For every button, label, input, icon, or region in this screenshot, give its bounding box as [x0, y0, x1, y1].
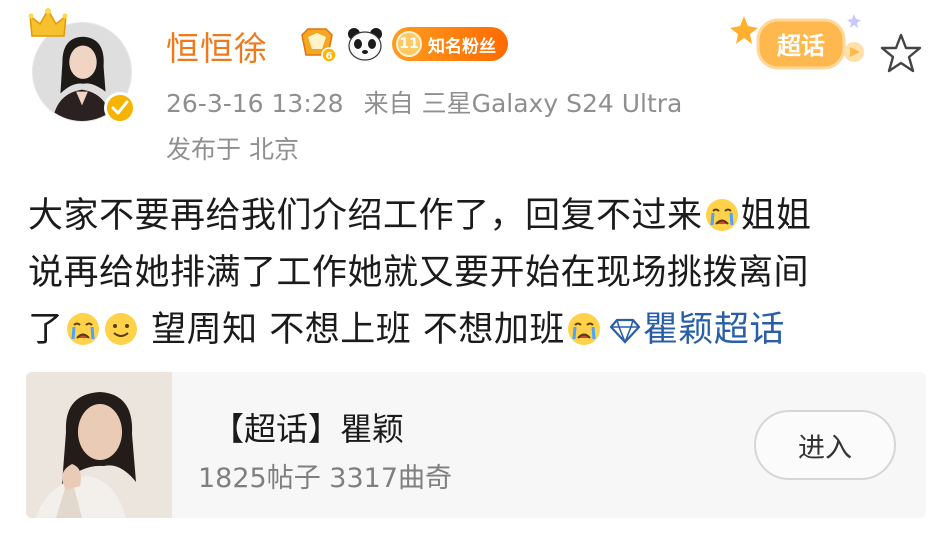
- diamond-icon: [609, 318, 641, 344]
- post-meta: 26-3-16 13:28 来自 三星Galaxy S24 Ultra: [166, 84, 682, 120]
- crown-icon: [28, 8, 68, 37]
- topic-link-label[interactable]: 瞿颖超话: [643, 310, 785, 350]
- badge-row: 6 11 知名粉丝: [296, 24, 508, 64]
- post-location: 发布于 北京: [166, 135, 299, 164]
- post-line-1-a: 大家不要再给我们介绍工作了，回复不过来: [28, 196, 703, 236]
- fan-badge-label: 知名粉丝: [428, 36, 496, 57]
- smile-emoji-icon: [104, 313, 137, 345]
- post-line-3-b: 望周知 不想上班 不想加班: [139, 310, 565, 350]
- post-line-3-a: 了: [28, 310, 64, 350]
- post-line-2: 说再给她排满了工作她就又要开始在现场挑拨离间: [28, 253, 810, 293]
- post-line-3: 了 望周知 不想上班 不想加班 瞿颖超话: [28, 302, 928, 359]
- source-prefix: 来自: [363, 89, 414, 118]
- verified-icon: [104, 92, 136, 124]
- star-icon[interactable]: [880, 32, 922, 74]
- vip-icon[interactable]: 6: [296, 25, 338, 63]
- supertopic-stats: 1825帖子 3317曲奇: [198, 463, 453, 494]
- supertopic-sticker-icon[interactable]: 超话: [728, 8, 878, 78]
- supertopic-title[interactable]: 【超话】瞿颖: [212, 404, 404, 450]
- fan-badge[interactable]: 11 知名粉丝: [392, 27, 508, 61]
- vip-level: 6: [326, 51, 333, 62]
- supertopic-card[interactable]: 【超话】瞿颖 1825帖子 3317曲奇 进入: [26, 372, 926, 518]
- avatar-container[interactable]: [22, 8, 136, 124]
- post-line-1-b: 姐姐: [740, 196, 812, 236]
- post-line-1: 大家不要再给我们介绍工作了，回复不过来 姐姐: [28, 188, 928, 245]
- post-device[interactable]: 三星Galaxy S24 Ultra: [422, 89, 683, 118]
- post-date[interactable]: 26-3-16 13:28: [166, 89, 344, 118]
- user-name[interactable]: 恒恒徐: [166, 22, 268, 70]
- post-text: 大家不要再给我们介绍工作了，回复不过来 姐姐 说再给她排满了工作她就又要开始在现场…: [28, 188, 928, 359]
- sticker-label: 超话: [777, 32, 825, 60]
- fan-badge-level: 11: [396, 31, 422, 57]
- enter-button[interactable]: 进入: [754, 410, 896, 480]
- supertopic-thumbnail[interactable]: [26, 372, 172, 518]
- crying-emoji-icon: [567, 313, 600, 345]
- crying-emoji-icon: [66, 313, 99, 345]
- crying-emoji-icon: [705, 199, 738, 231]
- panda-icon[interactable]: [346, 26, 384, 62]
- topic-link[interactable]: 瞿颖超话: [603, 310, 785, 350]
